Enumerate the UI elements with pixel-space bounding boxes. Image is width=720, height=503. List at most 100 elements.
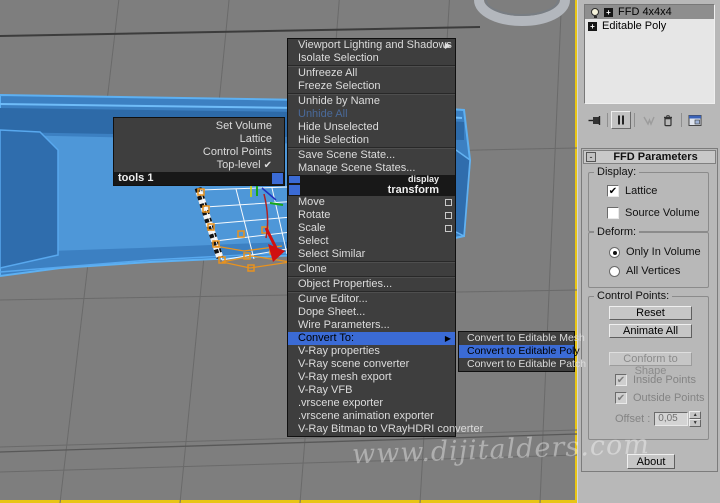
remove-modifier-button[interactable] [658, 111, 678, 129]
outside-points-checkbox-row[interactable]: ✔ Outside Points [615, 392, 705, 404]
menu-item-isolate-selection[interactable]: Isolate Selection [288, 52, 455, 65]
menu-item-object-properties[interactable]: Object Properties... [288, 278, 455, 291]
grid-major-line [0, 26, 481, 37]
settings-box-icon[interactable] [445, 225, 452, 232]
menu-item-vray-mesh-export[interactable]: V-Ray mesh export [288, 371, 455, 384]
modifier-stack-list: + FFD 4x4x4 + Editable Poly [584, 4, 715, 104]
toolbar-divider [607, 113, 608, 127]
modifier-stack-row-ffd[interactable]: + FFD 4x4x4 [585, 5, 714, 19]
menu-item-vray-vfb[interactable]: V-Ray VFB [288, 384, 455, 397]
modifier-stack-toolbar [584, 110, 715, 130]
lightbulb-icon[interactable] [591, 8, 599, 18]
submenu-arrow-icon: ▶ [444, 41, 451, 50]
spinner-down-icon[interactable]: ▼ [689, 419, 702, 427]
menu-item-set-volume[interactable]: Set Volume [114, 120, 284, 133]
menu-item-vray-properties[interactable]: V-Ray properties [288, 345, 455, 358]
command-panel: + FFD 4x4x4 + Editable Poly - FFD Parame… [577, 0, 720, 503]
lattice-checkbox-row[interactable]: ✔ Lattice [607, 185, 657, 197]
offset-label: Offset : [615, 412, 651, 425]
menu-item-unhide-by-name[interactable]: Unhide by Name [288, 95, 455, 108]
collapse-minus-icon[interactable]: - [586, 152, 596, 162]
all-vertices-radio[interactable] [609, 265, 620, 277]
control-points-group: Control Points: Reset Animate All Confor… [588, 290, 709, 440]
submenu-item-editable-patch[interactable]: Convert to Editable Patch [459, 358, 586, 371]
conform-to-shape-button[interactable]: Conform to Shape [609, 352, 692, 377]
menu-item-viewport-lighting[interactable]: Viewport Lighting and Shadows ▶ [288, 39, 455, 52]
configure-modifier-sets-button[interactable] [685, 111, 705, 129]
about-button[interactable]: About [627, 454, 675, 469]
menu-item-wire-parameters[interactable]: Wire Parameters... [288, 319, 455, 332]
toolbar-divider [681, 113, 682, 127]
menu-item-convert-to[interactable]: Convert To: ▶ [288, 332, 455, 345]
menu-item-move[interactable]: Move [288, 196, 455, 209]
make-unique-button[interactable] [638, 111, 658, 129]
menu-item-select-similar[interactable]: Select Similar [288, 248, 455, 261]
configure-window-icon [688, 114, 702, 126]
checkmark-icon: ✔ [263, 160, 272, 171]
expand-plus-icon[interactable]: + [604, 7, 613, 17]
convert-to-submenu: Convert to Editable Mesh Convert to Edit… [458, 331, 586, 372]
lattice-checkbox[interactable]: ✔ [607, 185, 619, 197]
menu-item-save-scene-state[interactable]: Save Scene State... [288, 149, 455, 162]
menu-item-vray-bitmap-converter[interactable]: V-Ray Bitmap to VRayHDRI converter [288, 423, 483, 436]
toolbar-divider [634, 113, 635, 127]
quadrant-indicator [272, 173, 283, 184]
menu-item-scale[interactable]: Scale [288, 222, 455, 235]
expand-plus-icon[interactable]: + [588, 21, 597, 31]
ffd-parameters-rollout: - FFD Parameters Display: ✔ Lattice Sour… [581, 148, 718, 472]
quad-menu-main: Viewport Lighting and Shadows ▶ Isolate S… [287, 38, 483, 437]
settings-box-icon[interactable] [445, 212, 452, 219]
source-volume-checkbox[interactable] [607, 207, 619, 219]
submenu-arrow-icon: ▶ [444, 334, 451, 343]
viewport-3d[interactable]: Set Volume Lattice Control Points Top-le… [0, 0, 586, 503]
pin-icon [588, 115, 600, 125]
outside-points-checkbox[interactable]: ✔ [615, 392, 627, 404]
menu-item-clone[interactable]: Clone [288, 263, 455, 276]
only-in-volume-radio-row[interactable]: Only In Volume [609, 246, 701, 258]
menu-item-lattice[interactable]: Lattice [114, 133, 284, 146]
spinner-up-icon[interactable]: ▲ [689, 411, 702, 419]
menu-item-unfreeze-all[interactable]: Unfreeze All [288, 67, 455, 80]
menu-item-vrscene-exporter[interactable]: .vrscene exporter [288, 397, 455, 410]
inside-points-checkbox[interactable]: ✔ [615, 374, 627, 386]
source-volume-checkbox-row[interactable]: Source Volume [607, 207, 700, 219]
submenu-item-editable-poly[interactable]: Convert to Editable Poly [459, 345, 580, 358]
inside-points-checkbox-row[interactable]: ✔ Inside Points [615, 374, 696, 386]
menu-item-dope-sheet[interactable]: Dope Sheet... [288, 306, 455, 319]
rollout-header[interactable]: - FFD Parameters [583, 150, 716, 164]
menu-item-hide-unselected[interactable]: Hide Unselected [288, 121, 455, 134]
quadrant-indicator [289, 185, 300, 195]
quadrant-title-display[interactable]: display [288, 175, 455, 184]
quadrant-title-tools[interactable]: tools 1 [114, 172, 284, 185]
menu-item-vrscene-animation-exporter[interactable]: .vrscene animation exporter [288, 410, 455, 423]
offset-spinner[interactable]: ▲ ▼ [689, 411, 702, 427]
modifier-stack-row-editable-poly[interactable]: + Editable Poly [585, 19, 714, 33]
animate-all-button[interactable]: Animate All [609, 324, 692, 338]
show-end-result-button[interactable] [611, 111, 631, 129]
submenu-item-editable-mesh[interactable]: Convert to Editable Mesh [459, 332, 585, 345]
trash-icon [664, 114, 672, 126]
offset-field[interactable]: 0,05 [654, 411, 689, 426]
deform-group: Deform: Only In Volume All Vertices [588, 226, 709, 288]
quadrant-title-transform[interactable]: transform [288, 184, 455, 196]
make-unique-icon [642, 116, 655, 126]
menu-item-control-points[interactable]: Control Points [114, 146, 284, 159]
menu-item-hide-selection[interactable]: Hide Selection [288, 134, 455, 147]
deform-group-label: Deform: [594, 226, 640, 238]
menu-item-vray-scene-converter[interactable]: V-Ray scene converter [288, 358, 455, 371]
all-vertices-radio-row[interactable]: All Vertices [609, 265, 680, 277]
menu-item-top-level[interactable]: Top-level ✔ [114, 159, 284, 172]
reset-button[interactable]: Reset [609, 306, 692, 320]
quad-menu-tools: Set Volume Lattice Control Points Top-le… [113, 117, 285, 186]
pin-stack-button[interactable] [584, 111, 604, 129]
ring-object [474, 0, 570, 26]
menu-item-curve-editor[interactable]: Curve Editor... [288, 293, 455, 306]
menu-item-freeze-selection[interactable]: Freeze Selection [288, 80, 455, 93]
menu-item-unhide-all[interactable]: Unhide All [288, 108, 455, 121]
display-group: Display: ✔ Lattice Source Volume [588, 166, 709, 232]
only-in-volume-radio[interactable] [609, 246, 620, 258]
menu-item-select[interactable]: Select [288, 235, 455, 248]
menu-item-rotate[interactable]: Rotate [288, 209, 455, 222]
settings-box-icon[interactable] [445, 199, 452, 206]
offset-row: Offset : 0,05 ▲ ▼ [615, 411, 702, 427]
